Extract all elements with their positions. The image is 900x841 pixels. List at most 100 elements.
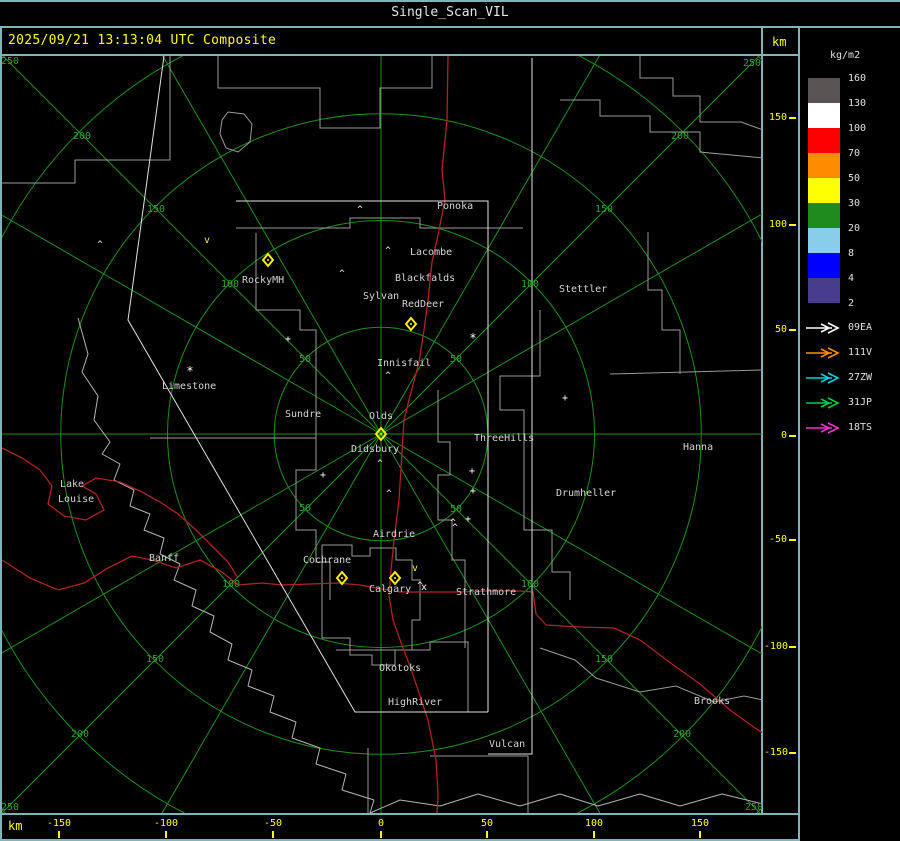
provincial-border xyxy=(369,793,762,813)
site-id-label: 09EA xyxy=(848,322,873,333)
town-label: Airdrie xyxy=(373,529,415,540)
color-scale-value: 100 xyxy=(848,123,867,134)
lake-outline xyxy=(219,111,253,153)
town-label: Brooks xyxy=(694,696,730,707)
range-label: 50 xyxy=(299,354,311,365)
color-swatch xyxy=(808,278,840,303)
bottom-axis-tick xyxy=(593,831,595,838)
bottom-axis-tick-label: 150 xyxy=(690,818,710,829)
county-boundary xyxy=(609,369,762,375)
town-label: Sundre xyxy=(285,409,321,420)
range-label: 250 xyxy=(745,802,762,813)
bottom-axis-unit: km xyxy=(8,819,23,833)
color-scale-value: 8 xyxy=(848,248,855,259)
right-axis-tick-label: 100 xyxy=(768,219,787,230)
bottom-axis-tick xyxy=(380,831,382,838)
town-label: Didsbury xyxy=(351,444,399,455)
town-label: Cochrane xyxy=(303,555,351,566)
range-label: 150 xyxy=(147,204,165,215)
point-marker: + xyxy=(285,334,291,345)
range-label: 100 xyxy=(222,579,240,590)
right-axis-tick xyxy=(789,752,796,754)
point-marker: ^ xyxy=(339,269,345,279)
radar-site-dot xyxy=(267,259,269,261)
point-marker: ^ xyxy=(385,371,391,381)
right-axis-tick xyxy=(789,117,796,119)
color-swatch xyxy=(808,153,840,178)
legend-unit-label: kg/m2 xyxy=(830,50,861,61)
county-boundary xyxy=(150,233,317,439)
site-id-label: 27ZW xyxy=(848,372,873,383)
town-label: ThreeHills xyxy=(474,433,534,444)
radar-site-dot xyxy=(341,577,343,579)
range-label: 250 xyxy=(743,58,761,69)
radar-coverage-outline xyxy=(488,58,533,755)
range-label: 100 xyxy=(521,279,539,290)
azimuth-spoke xyxy=(2,214,382,435)
town-label: Hanna xyxy=(683,442,713,453)
right-axis-tick-label: 150 xyxy=(768,112,787,123)
range-label: 200 xyxy=(673,729,691,740)
point-marker: * xyxy=(469,331,476,345)
range-label: 150 xyxy=(595,654,613,665)
bottom-axis-tick-label: -100 xyxy=(153,818,179,829)
point-marker: ^ xyxy=(385,246,391,256)
right-axis-tick-label: -50 xyxy=(768,534,787,545)
color-scale-value: 70 xyxy=(848,148,861,159)
county-boundary xyxy=(236,217,523,229)
point-marker: + xyxy=(320,470,326,481)
right-axis-tick-label: 0 xyxy=(780,430,787,441)
range-label: 200 xyxy=(671,131,689,142)
town-label: RedDeer xyxy=(402,299,444,310)
color-scale-value: 30 xyxy=(848,198,861,209)
radar-map-canvas[interactable]: 250 250 250 250 200 150 100 50 200 150 100 50 50 100 1… xyxy=(2,56,762,813)
radar-site-dot xyxy=(410,323,412,325)
county-boundary xyxy=(2,56,171,184)
bottom-axis-tick-label: -50 xyxy=(263,818,283,829)
bottom-axis-tick-label: 50 xyxy=(480,818,494,829)
point-marker: + xyxy=(470,486,476,497)
color-scale-value: 160 xyxy=(848,73,867,84)
town-label: Lacombe xyxy=(410,247,452,258)
county-boundary xyxy=(499,310,571,600)
county-boundary xyxy=(217,56,433,129)
range-label: 100 xyxy=(521,579,539,590)
range-label: 250 xyxy=(2,56,19,67)
azimuth-spoke xyxy=(380,56,600,435)
bottom-axis-tick xyxy=(486,831,488,838)
bottom-axis-tick-label: 0 xyxy=(377,818,385,829)
point-marker: + xyxy=(469,466,475,477)
right-axis-tick xyxy=(789,329,796,331)
town-label: Strathmore xyxy=(456,587,516,598)
bottom-axis-tick xyxy=(699,831,701,838)
town-label: Olds xyxy=(369,411,393,422)
point-marker: * xyxy=(186,364,193,378)
range-label: 150 xyxy=(146,654,164,665)
range-label: 50 xyxy=(450,354,462,365)
town-label: Okotoks xyxy=(379,663,421,674)
town-label: Vulcan xyxy=(489,739,525,750)
color-scale-value: 4 xyxy=(848,273,855,284)
color-swatch xyxy=(808,228,840,253)
point-marker: ^ xyxy=(386,489,392,499)
town-label: Innisfail xyxy=(377,358,431,369)
town-label: RockyMH xyxy=(242,275,284,286)
right-axis-tick-label: 50 xyxy=(774,324,787,335)
town-label: HighRiver xyxy=(388,697,442,708)
point-marker: x xyxy=(421,582,427,593)
point-marker: + xyxy=(562,393,568,404)
highway xyxy=(2,447,239,579)
point-marker: ^ xyxy=(97,240,103,250)
right-axis-tick xyxy=(789,224,796,226)
point-marker: v xyxy=(204,235,210,246)
radar-site-dot xyxy=(394,577,396,579)
site-id-label: 111V xyxy=(848,347,873,358)
titlebar-divider xyxy=(0,26,900,28)
azimuth-spoke xyxy=(380,56,760,435)
right-axis-tick-label: -150 xyxy=(764,747,789,758)
color-scale-value: 50 xyxy=(848,173,861,184)
map-bottom-border xyxy=(0,813,800,815)
azimuth-spoke xyxy=(162,56,382,435)
town-label: Sylvan xyxy=(363,291,399,302)
color-swatch xyxy=(808,178,840,203)
